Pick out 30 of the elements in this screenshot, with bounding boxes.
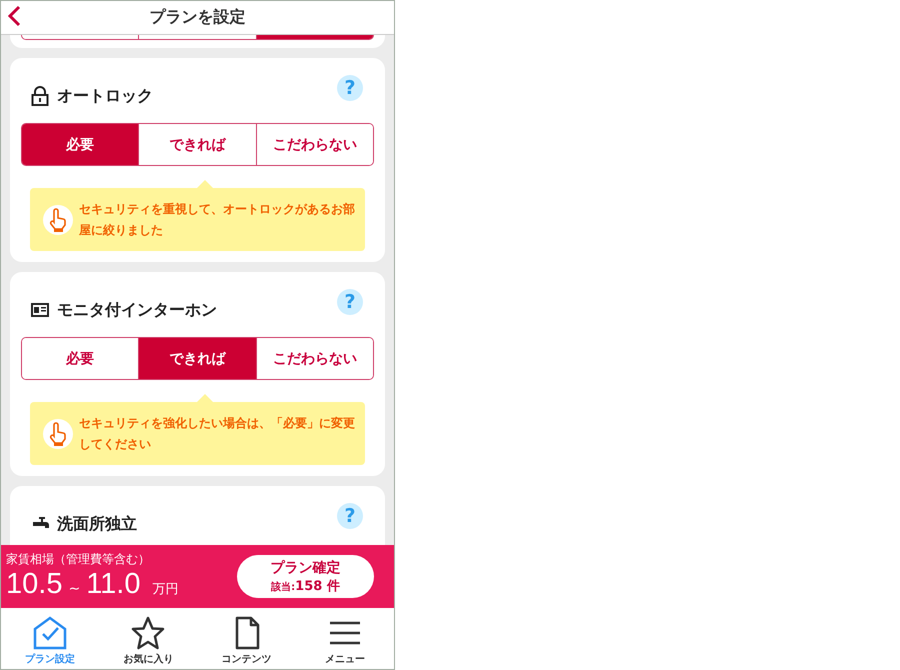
back-icon xyxy=(7,5,21,27)
section-title: 洗面所独立 xyxy=(57,514,137,534)
segment-option[interactable]: できれば xyxy=(138,338,256,379)
tab-item[interactable]: コンテンツ xyxy=(198,608,296,669)
price-max: 11.0 xyxy=(86,568,140,600)
house-check-icon xyxy=(32,616,68,650)
price-unit: 万円 xyxy=(152,580,178,598)
segment-option[interactable]: 必要 xyxy=(22,124,138,165)
intercom-icon xyxy=(31,303,49,317)
pointing-hand-icon xyxy=(43,418,73,448)
price-min: 10.5 xyxy=(6,568,62,600)
pointing-hand-icon xyxy=(43,204,73,234)
section-title: オートロック xyxy=(57,86,153,106)
segment-option[interactable] xyxy=(22,35,138,39)
tab-item[interactable]: お気に入り xyxy=(99,608,198,669)
segment-option[interactable]: こだわらない xyxy=(256,338,373,379)
section-title: モニタ付インターホン xyxy=(57,300,217,320)
star-icon xyxy=(130,616,166,650)
price-label: 家賃相場（管理費等含む） xyxy=(6,550,151,568)
tip-text: セキュリティを重視して、オートロックがあるお部屋に絞りました xyxy=(79,200,355,238)
tip-text: セキュリティを強化したい場合は、「必要」に変更してください xyxy=(79,414,355,452)
tab-item[interactable]: メニュー xyxy=(296,608,394,669)
back-button[interactable] xyxy=(5,3,23,29)
range-separator: ~ xyxy=(68,580,80,596)
tab-item[interactable]: プラン設定 xyxy=(1,608,100,669)
confirm-plan-button[interactable]: プラン確定 該当:158 件 xyxy=(237,555,374,598)
segment-option[interactable]: こだわらない xyxy=(256,124,373,165)
lock-icon xyxy=(31,86,49,106)
screen-title: プランを設定 xyxy=(150,7,246,28)
segment-option[interactable] xyxy=(256,35,373,39)
